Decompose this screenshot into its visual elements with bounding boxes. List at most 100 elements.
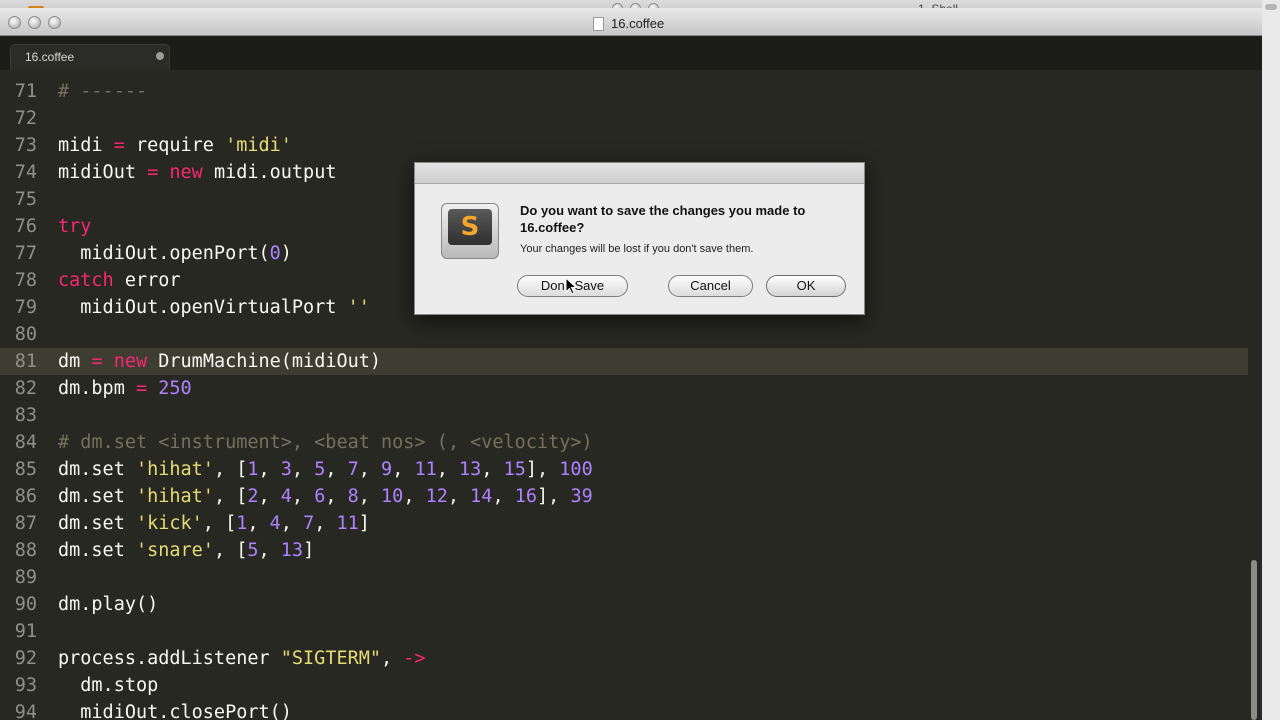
line-number: 87 <box>14 513 37 534</box>
save-changes-dialog: S Do you want to save the changes you ma… <box>414 162 865 315</box>
code-token: 39 <box>570 486 593 507</box>
code-text: try <box>58 213 91 240</box>
code-token: catch <box>58 270 114 291</box>
code-token: , <box>436 459 460 480</box>
code-line[interactable]: 85 dm.set 'hihat', [1, 3, 5, 7, 9, 11, 13… <box>0 456 1248 483</box>
line-number: 71 <box>14 81 37 102</box>
code-token: error <box>113 270 181 291</box>
code-line[interactable]: 71 # ------ <box>0 78 1248 105</box>
code-text: midiOut.openVirtualPort '' <box>58 294 370 321</box>
code-token: = <box>135 378 148 399</box>
code-token: process.addListener <box>58 648 281 669</box>
code-token: midiOut.openPort( <box>58 243 270 264</box>
code-token: # dm.set <instrument>, <beat nos> (, <ve… <box>58 432 593 453</box>
line-number: 82 <box>14 378 37 399</box>
code-token: midi <box>58 135 114 156</box>
code-token: 8 <box>347 486 359 507</box>
code-line[interactable]: 88 dm.set 'snare', [5, 13] <box>0 537 1248 564</box>
dialog-message: Do you want to save the changes you made… <box>520 203 806 235</box>
code-token: , <box>325 459 348 480</box>
code-token: require <box>124 135 226 156</box>
code-token: , [ <box>213 486 248 507</box>
code-token: ) <box>280 243 292 264</box>
code-token: , <box>358 486 382 507</box>
line-number: 89 <box>14 567 37 588</box>
code-token: dm.bpm <box>58 378 136 399</box>
code-token: , <box>258 540 281 561</box>
code-token: 100 <box>559 459 593 480</box>
code-text: dm.play() <box>58 591 158 618</box>
code-token: , <box>258 486 281 507</box>
code-line[interactable]: 86 dm.set 'hihat', [2, 4, 6, 8, 10, 12, 1… <box>0 483 1248 510</box>
line-number: 74 <box>14 162 37 183</box>
line-number: 72 <box>14 108 37 129</box>
code-line[interactable]: 89 <box>0 564 1248 591</box>
code-token: ] <box>358 513 370 534</box>
line-number: 91 <box>14 621 37 642</box>
code-token: , <box>247 513 270 534</box>
code-text: dm.set 'kick', [1, 4, 7, 11] <box>58 510 370 537</box>
sublime-text-app-icon: S <box>441 203 499 259</box>
code-text: midi = require 'midi' <box>58 132 292 159</box>
code-token: , <box>492 486 515 507</box>
code-token: 7 <box>347 459 359 480</box>
code-token: , <box>403 486 426 507</box>
line-number: 94 <box>14 702 37 720</box>
code-token: ], <box>525 459 560 480</box>
code-line[interactable]: 83 <box>0 402 1248 429</box>
code-line[interactable]: 84 # dm.set <instrument>, <beat nos> (, <… <box>0 429 1248 456</box>
code-token: 5 <box>314 459 326 480</box>
code-line[interactable]: 80 <box>0 321 1248 348</box>
line-number: 84 <box>14 432 37 453</box>
ok-button[interactable]: OK <box>766 275 846 297</box>
code-token: 5 <box>247 540 259 561</box>
code-token: , <box>314 513 337 534</box>
code-text: # dm.set <instrument>, <beat nos> (, <ve… <box>58 429 593 456</box>
tab-close-icon[interactable] <box>156 52 164 60</box>
code-token: dm.set <box>58 486 136 507</box>
code-token: midi.output <box>202 162 337 183</box>
code-line[interactable]: 72 <box>0 105 1248 132</box>
code-line[interactable]: 93 dm.stop <box>0 672 1248 699</box>
code-token: 16 <box>514 486 538 507</box>
code-token: 2 <box>247 486 259 507</box>
background-scroll-knob <box>1265 4 1277 10</box>
code-line[interactable]: 82 dm.bpm = 250 <box>0 375 1248 402</box>
editor-scrollbar-thumb[interactable] <box>1251 560 1257 720</box>
code-line[interactable]: 91 <box>0 618 1248 645</box>
line-number: 75 <box>14 189 37 210</box>
code-line[interactable]: 87 dm.set 'kick', [1, 4, 7, 11] <box>0 510 1248 537</box>
zoom-button[interactable] <box>48 16 61 29</box>
dialog-informative-text: Your changes will be lost if you don't s… <box>520 243 754 255</box>
code-line[interactable]: 90 dm.play() <box>0 591 1248 618</box>
code-line[interactable]: 92 process.addListener "SIGTERM", -> <box>0 645 1248 672</box>
code-text: dm.set 'hihat', [1, 3, 5, 7, 9, 11, 13, … <box>58 456 593 483</box>
code-token: , [ <box>213 540 248 561</box>
line-number: 90 <box>14 594 37 615</box>
close-button[interactable] <box>8 16 21 29</box>
cancel-button[interactable]: Cancel <box>668 275 753 297</box>
code-token: try <box>58 216 92 237</box>
code-token: dm.set <box>58 513 136 534</box>
code-token: = <box>91 351 103 372</box>
minimize-button[interactable] <box>28 16 41 29</box>
code-line[interactable]: 94 midiOut.closePort() <box>0 699 1248 720</box>
code-token: -> <box>403 648 426 669</box>
code-line[interactable]: 81 dm = new DrumMachine(midiOut) <box>0 348 1248 375</box>
code-line[interactable]: 73 midi = require 'midi' <box>0 132 1248 159</box>
line-number: 73 <box>14 135 37 156</box>
code-token: dm <box>58 351 92 372</box>
code-token: dm.set <box>58 540 136 561</box>
code-token: '' <box>347 297 370 318</box>
code-token: 250 <box>158 378 192 399</box>
code-text: midiOut.closePort() <box>58 699 292 720</box>
code-token: , [ <box>213 459 248 480</box>
code-token: 4 <box>269 513 281 534</box>
line-number: 86 <box>14 486 37 507</box>
code-token: 14 <box>470 486 493 507</box>
code-token: "SIGTERM" <box>280 648 382 669</box>
tab-16-coffee[interactable]: 16.coffee <box>10 44 170 70</box>
app-icon-letter: S <box>460 212 480 242</box>
